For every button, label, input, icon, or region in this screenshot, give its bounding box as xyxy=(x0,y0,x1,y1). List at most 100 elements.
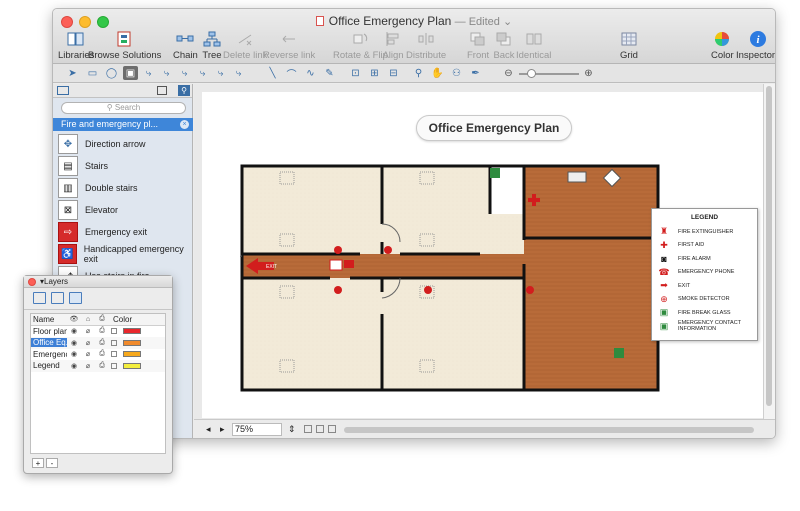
layer-color-swatch[interactable] xyxy=(123,351,141,358)
vertical-scrollbar[interactable] xyxy=(763,84,775,419)
library-item-handicapped-exit[interactable]: ♿ Handicapped emergency exit xyxy=(58,244,192,264)
list-view-icon[interactable] xyxy=(57,86,69,95)
front-button[interactable]: Front xyxy=(467,29,489,61)
layer-color-swatch[interactable] xyxy=(123,328,141,335)
page-prev-icon[interactable]: ◂ xyxy=(206,424,211,435)
layer-visible-icon[interactable]: ◉ xyxy=(67,339,81,347)
round-connector-tool-icon[interactable]: ⤷ xyxy=(195,66,210,80)
pointer-tool-icon[interactable]: ➤ xyxy=(65,66,80,80)
zoom-stepper-icon[interactable]: ⇕ xyxy=(288,424,296,435)
layer-row[interactable]: Emergenc...◉⌀⎙ xyxy=(31,349,165,361)
layer-color-swatch[interactable] xyxy=(123,362,141,369)
rectangle-tool-icon[interactable]: ▭ xyxy=(85,66,100,80)
layer-checkbox[interactable] xyxy=(111,362,117,369)
layer-name[interactable]: Office Eq... xyxy=(31,338,67,348)
zoom-tool-icon[interactable]: ⚲ xyxy=(411,66,426,80)
color-button[interactable]: Color xyxy=(711,29,734,61)
chain-button[interactable]: Chain xyxy=(173,29,198,61)
drawing-canvas[interactable]: Office Emergency Plan EXIT LEGEND ♜ FIRE… xyxy=(194,84,765,419)
pan-hand-icon[interactable]: ✋ xyxy=(430,66,445,80)
layer-name[interactable]: Floor plan xyxy=(31,327,67,336)
page-button-1[interactable] xyxy=(304,425,312,433)
layer-name[interactable]: Emergenc... xyxy=(31,350,67,359)
layer-row[interactable]: Office Eq...◉⌀⎙ xyxy=(31,337,165,349)
layer-visible-icon[interactable]: ◉ xyxy=(67,362,81,370)
crop-tool-icon[interactable]: ⊟ xyxy=(386,66,401,80)
arc-tool-icon[interactable]: ⌒ xyxy=(284,66,299,81)
smart-connector-tool-icon[interactable]: ⤷ xyxy=(159,66,174,80)
connector-tool-icon[interactable]: ⤷ xyxy=(141,66,156,80)
zoom-in-icon[interactable]: ⊕ xyxy=(581,66,596,80)
layer-print-icon[interactable]: ⎙ xyxy=(95,362,109,370)
legend[interactable]: LEGEND ♜ FIRE EXTINGUISHER ✚ FIRST AID ◙ FI… xyxy=(651,208,758,341)
floor-plan[interactable]: EXIT xyxy=(240,164,660,394)
page-button-2[interactable] xyxy=(316,425,324,433)
layer-lock-icon[interactable]: ⌀ xyxy=(81,327,95,335)
eyedropper-icon[interactable]: ✒ xyxy=(468,66,483,80)
zoom-field[interactable]: 75% xyxy=(232,423,282,436)
zoom-out-icon[interactable]: ⊖ xyxy=(501,66,516,80)
inspectors-button[interactable]: i Inspectors xyxy=(736,29,775,61)
library-item-emergency-exit[interactable]: ⇨ Emergency exit xyxy=(58,222,147,242)
connector-dropdown-icon[interactable]: ⤷ xyxy=(231,66,246,80)
bezier-tool-icon[interactable]: ∿ xyxy=(303,66,318,80)
snap-tool-icon[interactable]: ⊞ xyxy=(367,66,382,80)
library-item-elevator[interactable]: ⊠ Elevator xyxy=(58,200,118,220)
page-button-3[interactable] xyxy=(328,425,336,433)
layer-print-icon[interactable]: ⎙ xyxy=(95,350,109,358)
zoom-slider[interactable] xyxy=(519,69,579,78)
layer-visible-icon[interactable]: ◉ xyxy=(67,327,81,335)
diagram-page[interactable]: Office Emergency Plan EXIT LEGEND ♜ FIRE… xyxy=(202,92,764,418)
remove-layer-button[interactable]: - xyxy=(46,458,58,468)
stamp-tool-icon[interactable]: ⚇ xyxy=(449,66,464,80)
delete-link-button[interactable]: Delete link xyxy=(223,29,267,61)
tree-button[interactable]: Tree xyxy=(201,29,223,61)
search-toggle-icon[interactable]: ⚲ xyxy=(178,85,190,96)
close-library-icon[interactable]: × xyxy=(180,120,189,129)
library-item-double-stairs[interactable]: ▥ Double stairs xyxy=(58,178,138,198)
line-tool-icon[interactable]: ╲ xyxy=(265,66,280,80)
layer-print-icon[interactable]: ⎙ xyxy=(95,339,109,347)
add-layer-button[interactable]: + xyxy=(32,458,44,468)
layer-single-icon[interactable] xyxy=(33,292,46,304)
library-item-stairs[interactable]: ▤ Stairs xyxy=(58,156,108,176)
align-button[interactable]: Align xyxy=(382,29,404,61)
layer-checkbox[interactable] xyxy=(111,351,117,358)
horizontal-scrollbar[interactable] xyxy=(344,427,754,433)
layer-print-icon[interactable]: ⎙ xyxy=(95,327,109,335)
search-placeholder: Search xyxy=(114,103,141,112)
layer-lock-icon[interactable]: ⌀ xyxy=(81,339,95,347)
rotate-flip-button[interactable]: Rotate & Flip xyxy=(333,29,388,61)
layer-name[interactable]: Legend xyxy=(31,361,67,370)
reverse-link-button[interactable]: Reverse link xyxy=(263,29,315,61)
back-button[interactable]: Back xyxy=(493,29,515,61)
layer-checkbox[interactable] xyxy=(111,339,117,346)
identical-button[interactable]: Identical xyxy=(516,29,551,61)
library-header[interactable]: Fire and emergency pl... × xyxy=(53,118,193,131)
library-search-input[interactable]: ⚲ Search xyxy=(61,102,186,114)
close-layers-button[interactable] xyxy=(28,278,36,286)
distribute-button[interactable]: Distribute xyxy=(406,29,446,61)
layer-checkbox[interactable] xyxy=(111,328,117,335)
browse-solutions-button[interactable]: Browse Solutions xyxy=(88,29,161,61)
library-item-direction-arrow[interactable]: ✥ Direction arrow xyxy=(58,134,146,154)
grid-view-icon[interactable] xyxy=(157,86,167,95)
layer-row[interactable]: Legend ◉ ⌀ ⎙ xyxy=(31,360,165,372)
page-next-icon[interactable]: ▸ xyxy=(220,424,225,435)
layer-visible-icon[interactable]: ◉ xyxy=(67,350,81,358)
status-caret[interactable]: ⌄ xyxy=(503,16,512,28)
layer-add-icon[interactable] xyxy=(51,292,64,304)
shape-tool-icon[interactable]: ▣ xyxy=(123,66,138,80)
layer-color-swatch[interactable] xyxy=(123,339,141,346)
grid-button[interactable]: Grid xyxy=(618,29,640,61)
edit-points-tool-icon[interactable]: ⊡ xyxy=(348,66,363,80)
freehand-tool-icon[interactable]: ✎ xyxy=(322,66,337,80)
tree-connector-tool-icon[interactable]: ⤷ xyxy=(213,66,228,80)
layer-lock-icon[interactable]: ⌀ xyxy=(81,350,95,358)
layer-row[interactable]: Floor plan ◉ ⌀ ⎙ xyxy=(31,326,165,338)
ellipse-tool-icon[interactable]: ◯ xyxy=(104,66,119,80)
layer-multiple-icon[interactable] xyxy=(69,292,82,304)
layer-lock-icon[interactable]: ⌀ xyxy=(81,362,95,370)
diagram-title[interactable]: Office Emergency Plan xyxy=(416,115,572,141)
curve-connector-tool-icon[interactable]: ⤷ xyxy=(177,66,192,80)
